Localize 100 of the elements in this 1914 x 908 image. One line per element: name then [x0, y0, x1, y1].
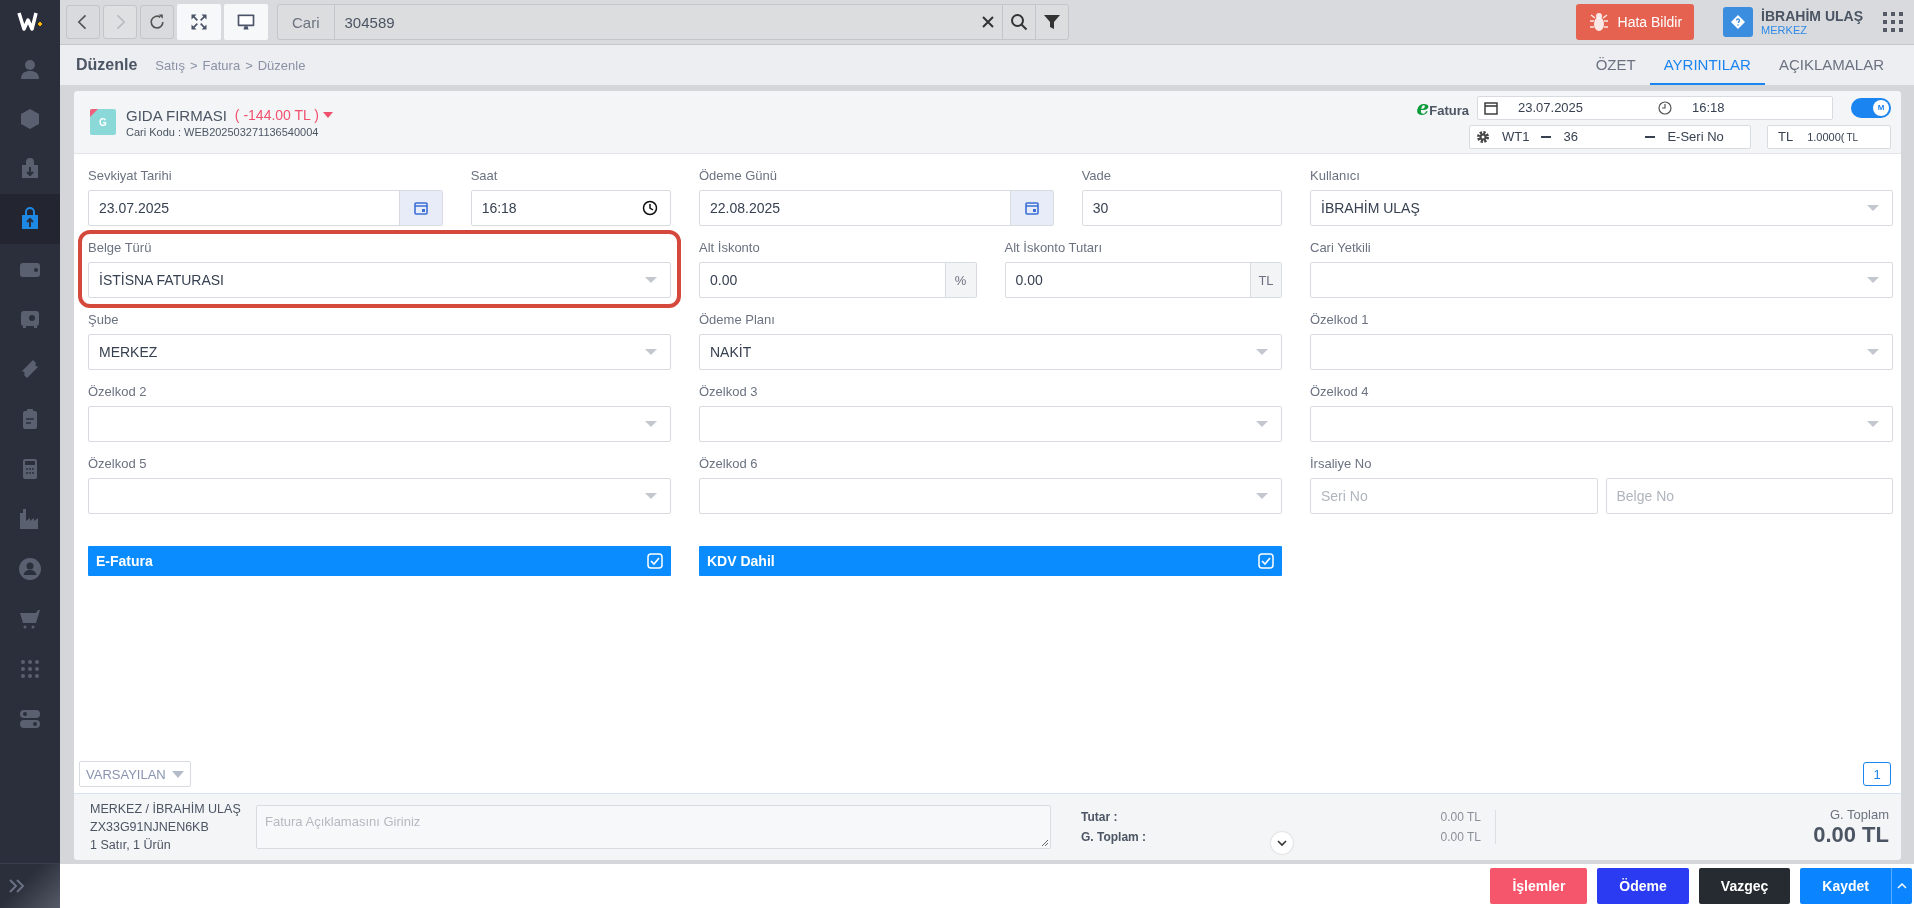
select-field[interactable] [1310, 334, 1893, 370]
select-field[interactable] [88, 406, 671, 442]
input-field[interactable]: 0.00 % [699, 262, 977, 298]
dots-grid-icon [18, 657, 42, 681]
total-label: G. Toplam : [1081, 830, 1147, 844]
apps-menu-icon[interactable] [1882, 11, 1904, 33]
calendar-icon [1023, 200, 1040, 216]
field-label: İrsaliye No [1310, 456, 1373, 472]
caret-icon [1866, 204, 1880, 212]
search-label: Cari [278, 5, 335, 39]
time-field[interactable]: 16:18 [470, 190, 671, 226]
calendar-button[interactable] [1009, 191, 1053, 225]
select-field[interactable]: İSTİSNA FATURASI [88, 262, 671, 298]
summary-info: 1 Satır, 1 Ürün [90, 837, 172, 854]
expand-button[interactable] [1271, 832, 1293, 854]
breadcrumb-separator: > [189, 57, 198, 73]
efatura-logo: eFatura [1416, 95, 1469, 120]
action-button[interactable]: Ödeme [1597, 868, 1689, 904]
caret-icon [322, 112, 333, 118]
user-avatar[interactable] [1723, 7, 1754, 37]
total-value: 0.00 TL [1440, 810, 1481, 824]
field-label: Ödeme Günü [699, 168, 779, 184]
caret-icon [1866, 276, 1880, 284]
customer-code: Cari Kodu : WEB202503271136540004 [126, 125, 320, 138]
search-icon [1010, 13, 1028, 31]
back-button[interactable] [66, 5, 100, 39]
document-series-field[interactable]: WT1 36 E-Seri No [1469, 124, 1751, 149]
select-field[interactable] [699, 478, 1282, 514]
checkbox-bar[interactable]: KDV Dahil [699, 546, 1282, 576]
calendar-icon [412, 200, 429, 216]
tab[interactable]: AÇIKLAMALAR [1764, 45, 1898, 85]
sidebar-item[interactable] [0, 194, 60, 244]
action-button[interactable]: Kaydet [1800, 868, 1912, 904]
breadcrumb-link[interactable]: Düzenle [257, 57, 306, 73]
select-field[interactable] [699, 406, 1282, 442]
user-icon [18, 57, 42, 81]
settings-icon[interactable] [1476, 129, 1490, 144]
clock-icon [642, 200, 658, 216]
e-series-placeholder: E-Seri No [1667, 129, 1724, 144]
checkbox-bar[interactable]: E-Fatura [88, 546, 671, 576]
expand-icon[interactable] [8, 878, 26, 894]
tab[interactable]: AYRINTILAR [1649, 45, 1765, 85]
caret-icon [171, 770, 184, 778]
user-branch: MERKEZ [1761, 24, 1808, 36]
logo-icon[interactable] [17, 10, 43, 34]
currency-field[interactable]: TL 1.0000( TL [1767, 124, 1891, 149]
bug-icon [1587, 11, 1610, 33]
field-value: 0.00 [709, 272, 739, 288]
report-button[interactable]: Hata Bildir [1575, 4, 1695, 40]
breadcrumb-link[interactable]: Satış [155, 57, 185, 73]
date-field[interactable]: 23.07.2025 [88, 190, 443, 226]
select-field[interactable] [1310, 406, 1893, 442]
select-field[interactable] [88, 478, 671, 514]
input-field[interactable]: 0.00 TL [1004, 262, 1282, 298]
calendar-button[interactable] [398, 191, 442, 225]
document-date-field[interactable]: 23.07.2025 16:18 [1477, 95, 1833, 120]
tab[interactable]: ÖZET [1581, 45, 1650, 85]
select-field[interactable] [1310, 262, 1893, 298]
search-field[interactable]: Cari 304589 [277, 4, 1069, 40]
document-date: 23.07.2025 [1518, 100, 1585, 115]
cube-icon [18, 107, 42, 131]
customer-balance[interactable]: ( -144.00 TL ) [234, 107, 333, 123]
checkbox-icon [1258, 553, 1274, 569]
resize-grip-icon[interactable] [1042, 840, 1048, 846]
field-value: 16:18 [480, 200, 518, 216]
field-value: 30 [1091, 200, 1110, 216]
caret-icon [644, 492, 658, 500]
select-field[interactable]: İBRAHİM ULAŞ [1310, 190, 1893, 226]
unit-label: TL [1250, 263, 1281, 297]
action-button[interactable]: İşlemler [1490, 868, 1588, 904]
cart-icon [18, 607, 42, 631]
field-label: Belge Türü [88, 240, 153, 256]
caret-icon [1866, 420, 1880, 428]
field-label: Şube [88, 312, 120, 328]
field-value: İBRAHİM ULAŞ [1320, 200, 1421, 216]
field-label: Ödeme Planı [699, 312, 776, 328]
action-button[interactable]: Vazgeç [1698, 868, 1791, 904]
caret-icon [644, 276, 658, 284]
refresh-button[interactable] [140, 5, 174, 39]
exchange-rate: 1.0000( TL [1807, 130, 1859, 143]
template-select[interactable]: VARSAYILAN [79, 761, 191, 787]
monitor-button[interactable] [224, 4, 268, 40]
breadcrumb-link[interactable]: Fatura [202, 57, 241, 73]
fullscreen-button[interactable] [177, 4, 221, 40]
date-field[interactable]: 22.08.2025 [699, 190, 1054, 226]
refresh-icon [147, 12, 167, 32]
input-field[interactable]: 30 [1081, 190, 1282, 226]
page-button[interactable]: 1 [1863, 762, 1891, 786]
monitor-icon [236, 12, 256, 32]
field-value: 0.00 [1014, 272, 1044, 288]
series-value: WT1 [1502, 129, 1530, 144]
field-value: MERKEZ [98, 344, 159, 360]
field-label: Özelkod 2 [88, 384, 148, 400]
select-field[interactable]: MERKEZ [88, 334, 671, 370]
field-value: İSTİSNA FATURASI [98, 272, 225, 288]
chevron-up-icon [1897, 881, 1907, 891]
select-field[interactable]: NAKİT [699, 334, 1282, 370]
toggle-switch[interactable]: M [1851, 97, 1891, 118]
field-value: NAKİT [709, 344, 753, 360]
field-label: Saat [470, 168, 499, 184]
